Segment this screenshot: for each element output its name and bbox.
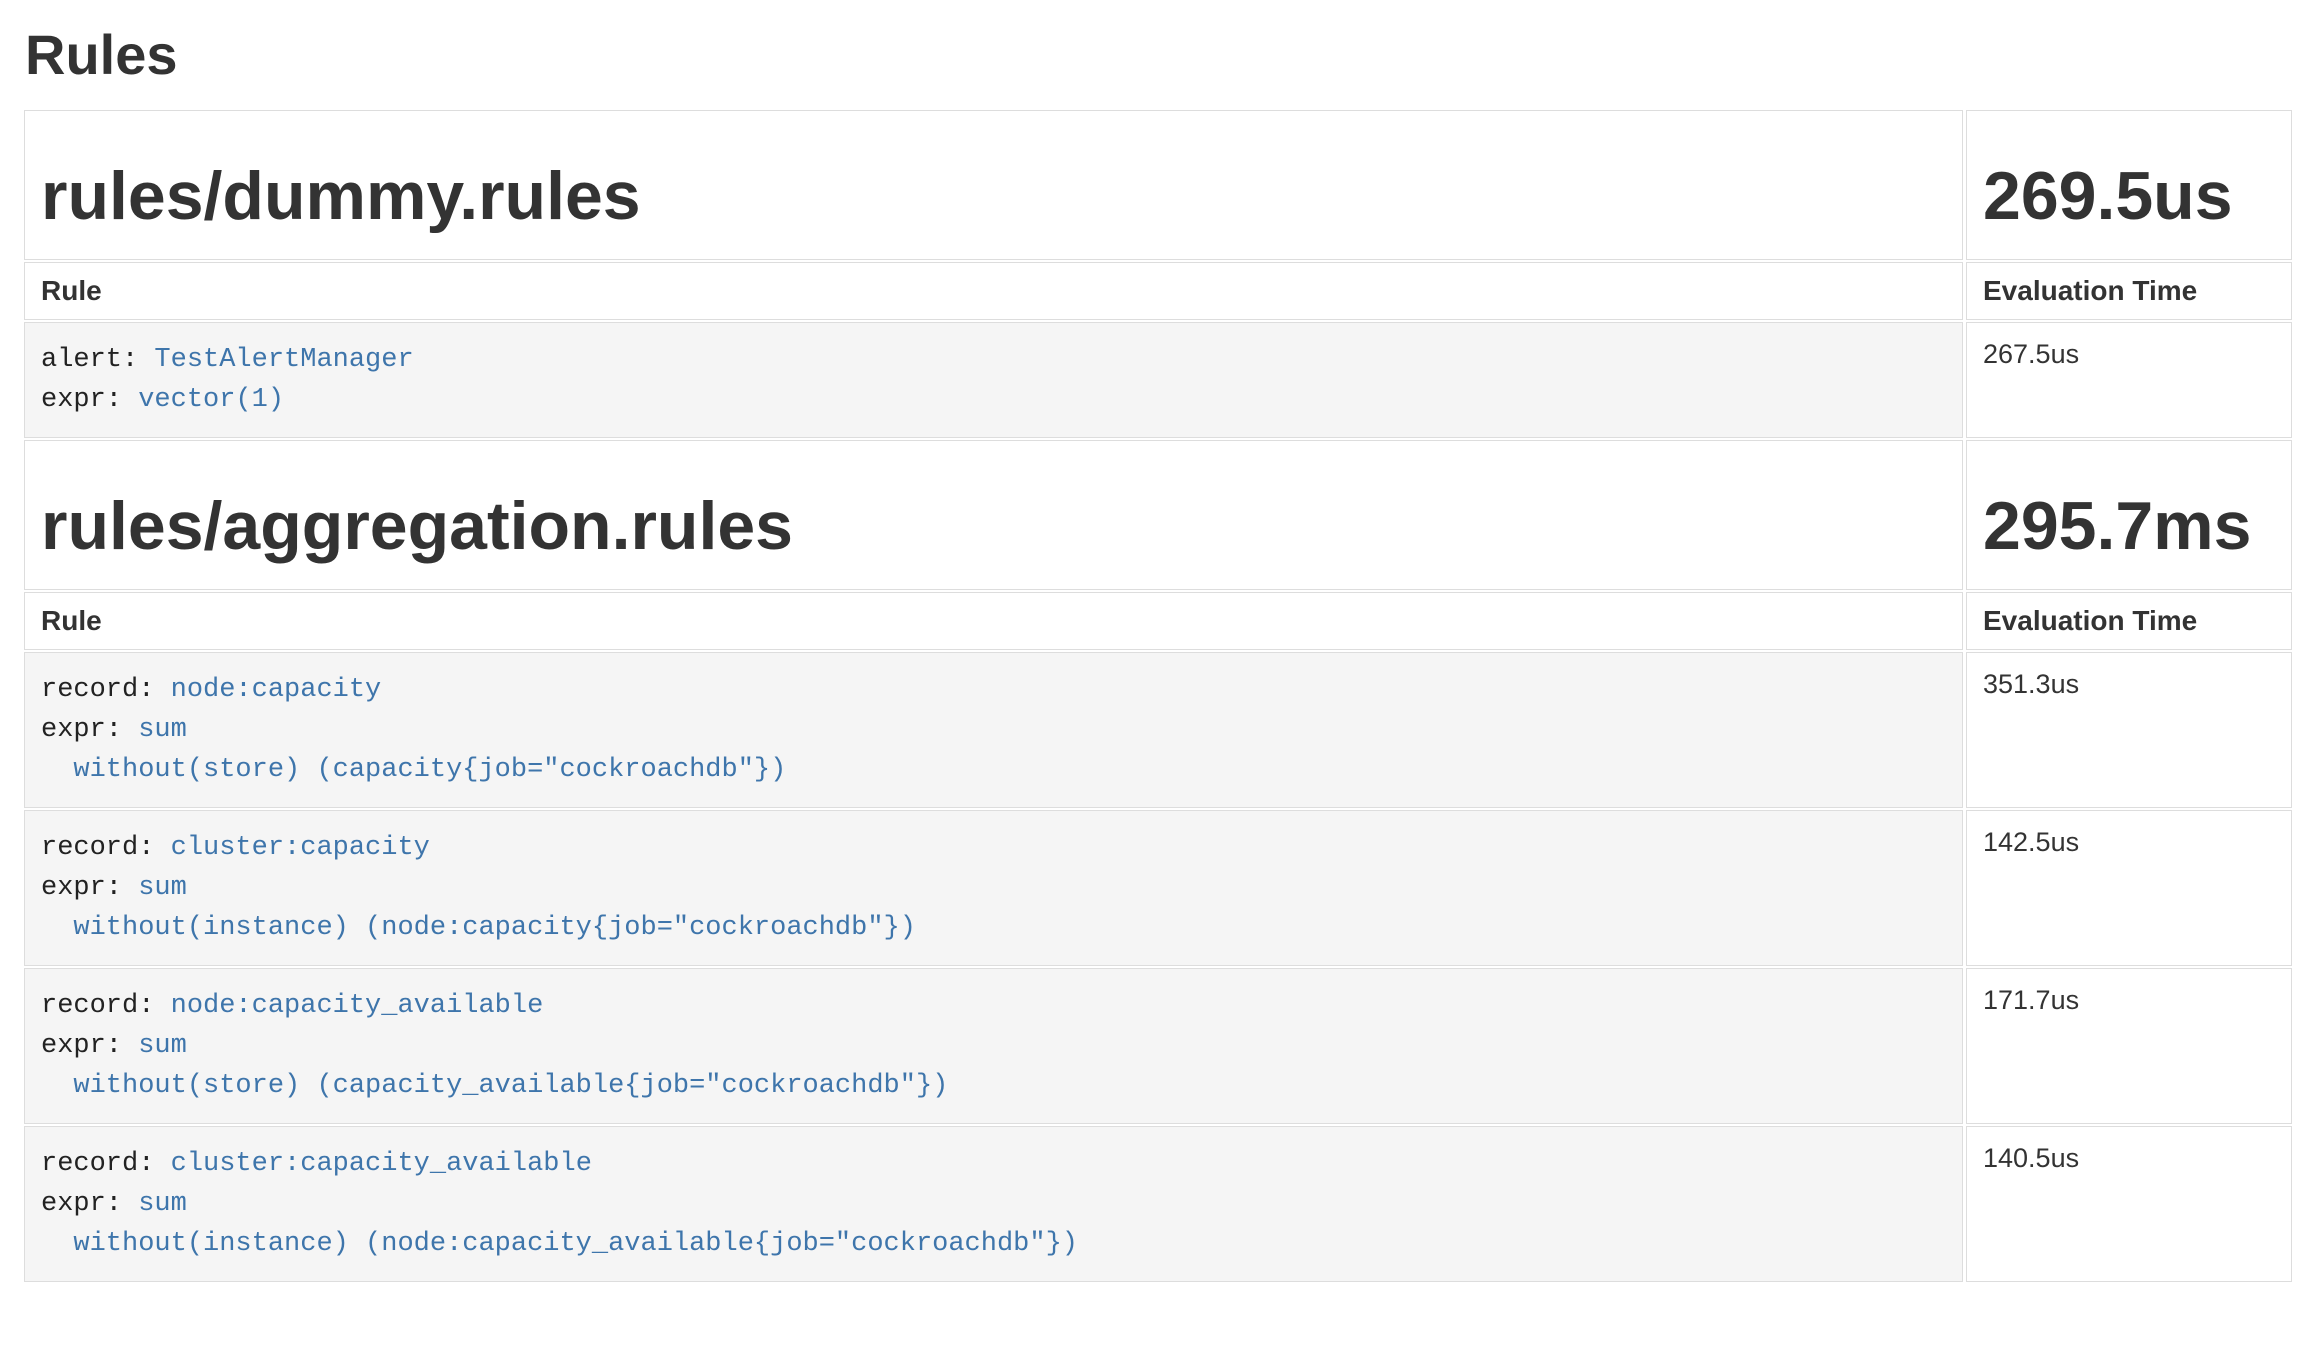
rule-group-eval-time: 295.7ms (1983, 487, 2275, 565)
rule-code-line: without(instance) (node:capacity{job="co… (41, 908, 1946, 948)
rule-keyword: expr: (41, 873, 138, 903)
rule-code-line: expr: sum (41, 868, 1946, 908)
rule-row: record: cluster:capacityexpr: sum withou… (24, 810, 2292, 966)
rule-eval-time-value: 142.5us (1983, 827, 2079, 857)
rule-eval-time-value: 267.5us (1983, 339, 2079, 369)
rule-column-header: Rule (24, 592, 1963, 650)
rule-code-line: expr: sum (41, 710, 1946, 750)
rule-keyword: expr: (41, 715, 138, 745)
rule-code-line: record: cluster:capacity (41, 828, 1946, 868)
rule-eval-time-value: 351.3us (1983, 669, 2079, 699)
rule-definition-cell: alert: TestAlertManagerexpr: vector(1) (24, 322, 1963, 438)
rule-expression-link[interactable]: sum (138, 873, 187, 903)
rule-expression-link[interactable]: vector(1) (138, 385, 284, 415)
rule-row: alert: TestAlertManagerexpr: vector(1)26… (24, 322, 2292, 438)
rule-group-name: rules/aggregation.rules (41, 487, 1946, 565)
rule-code-line: expr: sum (41, 1026, 1946, 1066)
rule-column-header: Rule (24, 262, 1963, 320)
rules-table: rules/dummy.rules269.5usRuleEvaluation T… (21, 108, 2295, 1284)
rule-code-line: expr: sum (41, 1184, 1946, 1224)
rule-group-name-cell: rules/aggregation.rules (24, 440, 1963, 590)
rule-keyword: record: (41, 833, 171, 863)
rule-expression-link[interactable]: without(store) (capacity{job="cockroachd… (41, 755, 786, 785)
rule-expression-link[interactable]: sum (138, 1031, 187, 1061)
rule-name-link[interactable]: node:capacity_available (171, 991, 544, 1021)
rule-name-link[interactable]: cluster:capacity_available (171, 1149, 592, 1179)
rule-expression-link[interactable]: without(instance) (node:capacity_availab… (41, 1229, 1078, 1259)
rule-row: record: node:capacity_availableexpr: sum… (24, 968, 2292, 1124)
rule-keyword: expr: (41, 1189, 138, 1219)
rule-expression-link[interactable]: without(store) (capacity_available{job="… (41, 1071, 948, 1101)
rule-code-line: record: cluster:capacity_available (41, 1144, 1946, 1184)
rule-group-name-cell: rules/dummy.rules (24, 110, 1963, 260)
rule-row: record: node:capacityexpr: sum without(s… (24, 652, 2292, 808)
evaluation-time-column-header: Evaluation Time (1966, 592, 2292, 650)
rule-expression-link[interactable]: without(instance) (node:capacity{job="co… (41, 913, 916, 943)
rule-definition-cell: record: node:capacityexpr: sum without(s… (24, 652, 1963, 808)
rule-expression-link[interactable]: sum (138, 1189, 187, 1219)
rule-group-header-row: rules/aggregation.rules 295.7ms (24, 440, 2292, 590)
rule-keyword: alert: (41, 345, 154, 375)
rule-code-line: record: node:capacity (41, 670, 1946, 710)
rule-group-eval-time-cell: 269.5us (1966, 110, 2292, 260)
rule-definition-cell: record: cluster:capacityexpr: sum withou… (24, 810, 1963, 966)
rule-group-header-row: rules/dummy.rules 269.5us (24, 110, 2292, 260)
page-title: Rules (25, 24, 2295, 86)
rule-group-name: rules/dummy.rules (41, 157, 1946, 235)
rule-code-line: expr: vector(1) (41, 380, 1946, 420)
rule-keyword: expr: (41, 385, 138, 415)
rule-code-line: without(instance) (node:capacity_availab… (41, 1224, 1946, 1264)
rule-name-link[interactable]: TestAlertManager (154, 345, 413, 375)
rule-eval-time-value: 140.5us (1983, 1143, 2079, 1173)
rule-code-line: without(store) (capacity_available{job="… (41, 1066, 1946, 1106)
rule-keyword: expr: (41, 1031, 138, 1061)
rule-keyword: record: (41, 1149, 171, 1179)
rule-definition-cell: record: node:capacity_availableexpr: sum… (24, 968, 1963, 1124)
rule-keyword: record: (41, 675, 171, 705)
rule-eval-time-cell: 142.5us (1966, 810, 2292, 966)
rule-eval-time-cell: 267.5us (1966, 322, 2292, 438)
rule-name-link[interactable]: node:capacity (171, 675, 382, 705)
rule-row: record: cluster:capacity_availableexpr: … (24, 1126, 2292, 1282)
rule-eval-time-cell: 140.5us (1966, 1126, 2292, 1282)
rule-eval-time-cell: 351.3us (1966, 652, 2292, 808)
rule-name-link[interactable]: cluster:capacity (171, 833, 430, 863)
rule-code-line: without(store) (capacity{job="cockroachd… (41, 750, 1946, 790)
rule-group-eval-time: 269.5us (1983, 157, 2275, 235)
column-header-row: RuleEvaluation Time (24, 592, 2292, 650)
rule-code-line: record: node:capacity_available (41, 986, 1946, 1026)
rule-code-line: alert: TestAlertManager (41, 340, 1946, 380)
rule-expression-link[interactable]: sum (138, 715, 187, 745)
rule-keyword: record: (41, 991, 171, 1021)
rule-eval-time-value: 171.7us (1983, 985, 2079, 1015)
evaluation-time-column-header: Evaluation Time (1966, 262, 2292, 320)
rule-definition-cell: record: cluster:capacity_availableexpr: … (24, 1126, 1963, 1282)
rule-group-eval-time-cell: 295.7ms (1966, 440, 2292, 590)
rule-eval-time-cell: 171.7us (1966, 968, 2292, 1124)
column-header-row: RuleEvaluation Time (24, 262, 2292, 320)
